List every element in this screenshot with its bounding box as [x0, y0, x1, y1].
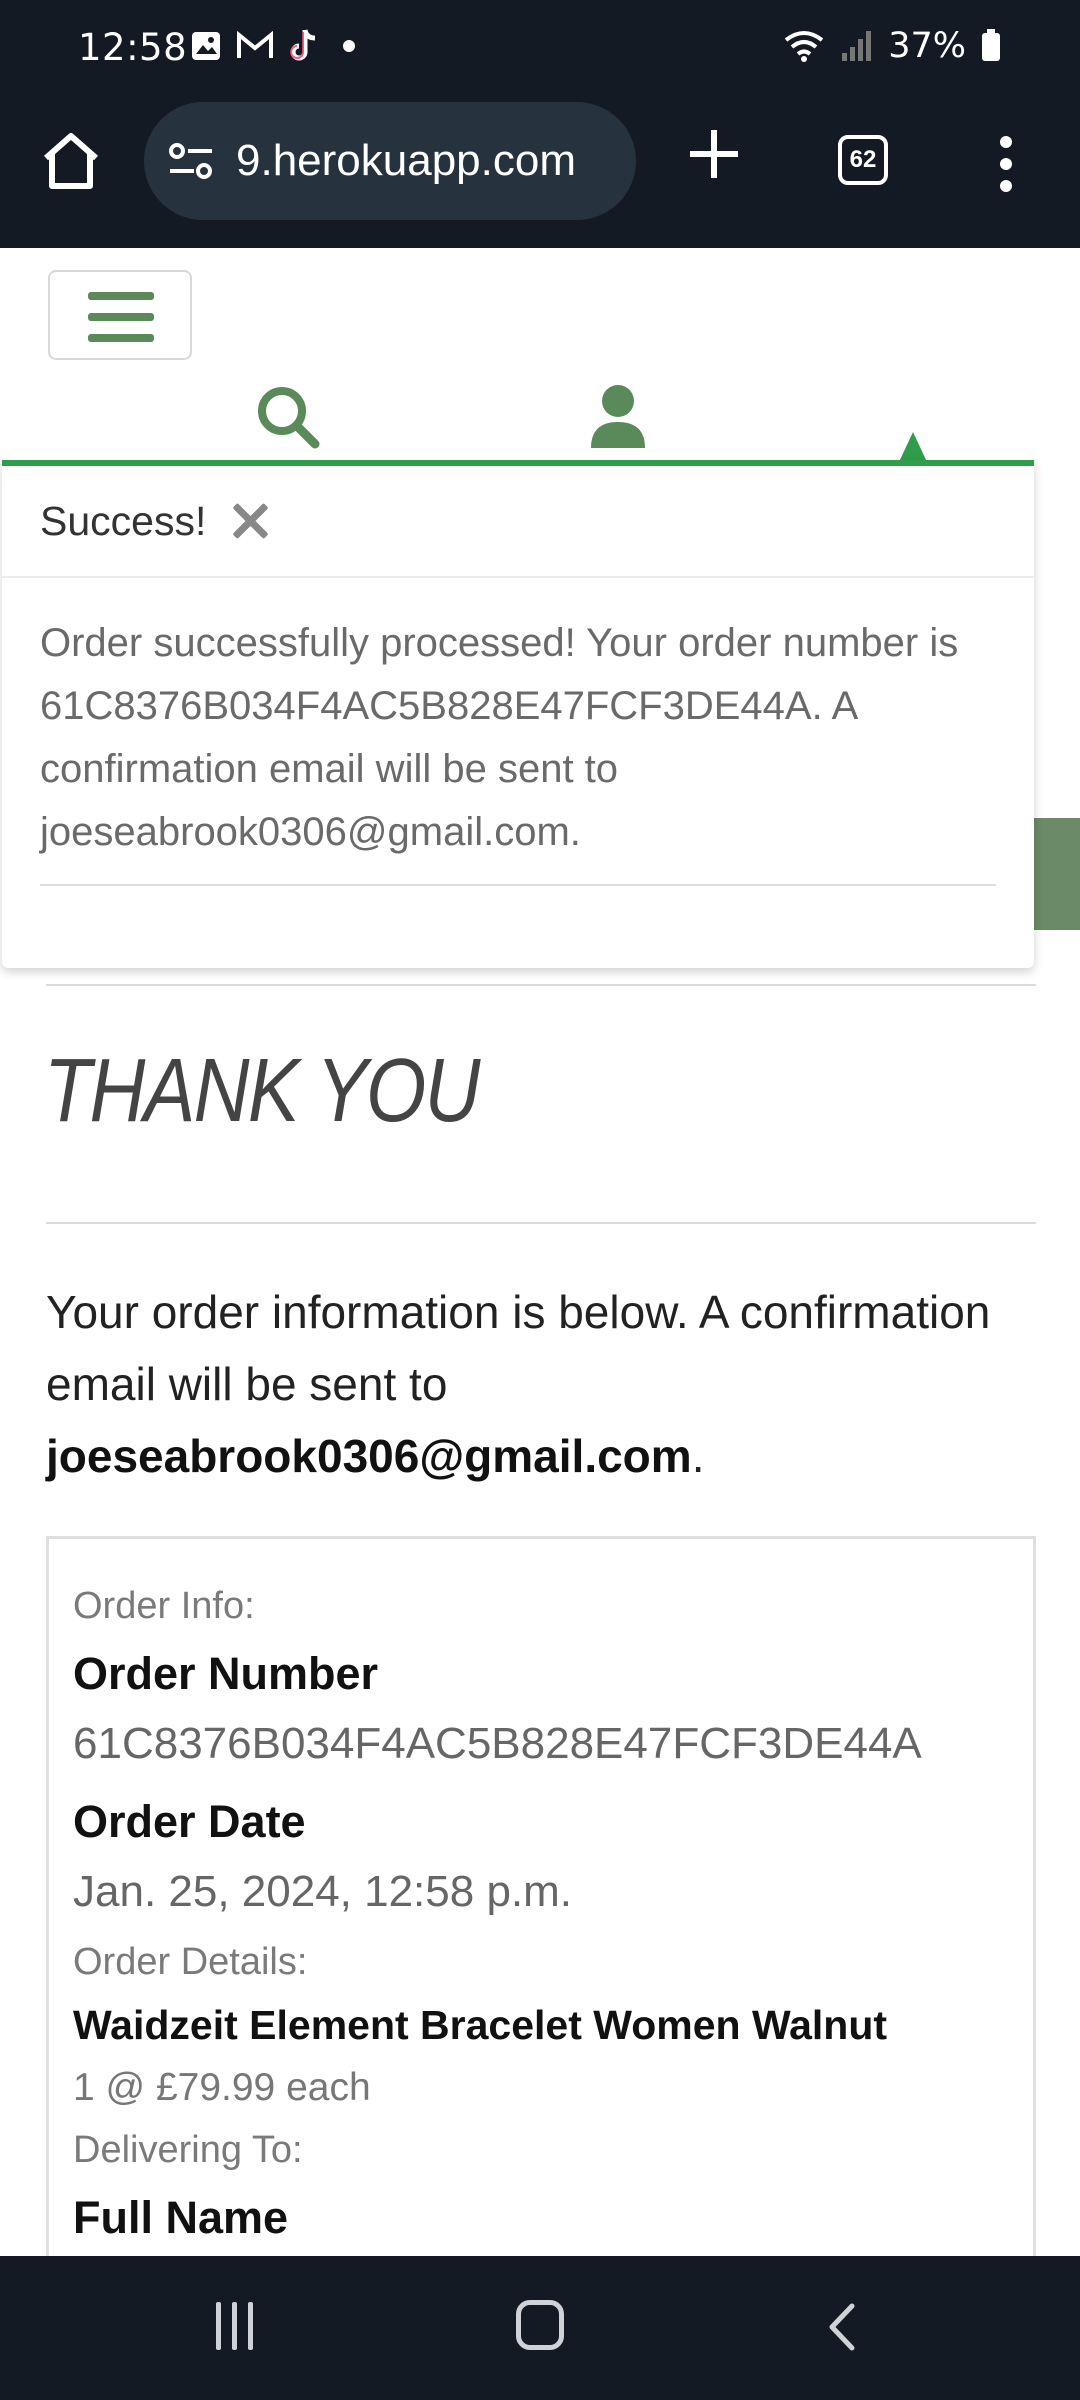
order-item-name: Waidzeit Element Bracelet Women Walnut [73, 2002, 888, 2048]
order-number-value: 61C8376B034F4AC5B828E47FCF3DE44A [73, 1719, 922, 1768]
tab-switcher-button[interactable]: 62 [838, 135, 888, 185]
gmail-icon [237, 31, 273, 58]
order-date-value: Jan. 25, 2024, 12:58 p.m. [73, 1867, 573, 1916]
status-time: 12:58 [78, 26, 188, 69]
intro-period: . [691, 1430, 705, 1482]
signal-icon [842, 31, 872, 61]
full-name-label: Full Name [73, 2192, 289, 2243]
toast-header: Success! [2, 466, 1034, 578]
toast-arrow [899, 432, 927, 462]
order-date-label: Order Date [73, 1796, 306, 1847]
home-icon[interactable] [38, 128, 104, 194]
new-tab-icon[interactable] [688, 128, 740, 180]
close-icon[interactable] [232, 503, 268, 539]
order-item-quantity: 1 @ £79.99 each [73, 2066, 371, 2109]
more-menu-icon[interactable] [996, 134, 1016, 194]
recent-apps-button[interactable] [212, 2302, 258, 2350]
system-navigation-bar [0, 2256, 1080, 2400]
battery-percent: 37% [888, 26, 966, 66]
tiktok-icon [290, 29, 316, 61]
status-right: 37% [782, 26, 1002, 66]
status-bar: 12:58 37% [0, 0, 1080, 98]
intro-text: Your order information is below. A confi… [46, 1276, 1046, 1492]
home-button[interactable] [516, 2300, 564, 2350]
account-icon[interactable] [588, 384, 648, 450]
hamburger-menu-button[interactable] [48, 270, 192, 360]
page-title: THANK YOU [44, 1041, 480, 1141]
recent-bar [248, 2302, 253, 2350]
intro-sentence: Your order information is below. A confi… [46, 1286, 991, 1410]
recent-bar [232, 2302, 237, 2350]
intro-email: joeseabrook0306@gmail.com [46, 1430, 692, 1482]
divider [46, 984, 1036, 986]
url-bar[interactable]: 9.herokuapp.com [144, 102, 636, 220]
order-number-label: Order Number [73, 1648, 379, 1699]
url-text: 9.herokuapp.com [236, 136, 576, 185]
toast-message: Order successfully processed! Your order… [40, 621, 959, 854]
search-icon[interactable] [255, 384, 321, 450]
wifi-icon [784, 31, 824, 62]
back-icon[interactable] [822, 2302, 862, 2352]
browser-toolbar: 9.herokuapp.com 62 [0, 98, 1080, 248]
banner-edge [1032, 818, 1080, 930]
divider [46, 1222, 1036, 1224]
order-info-label: Order Info: [73, 1585, 255, 1627]
success-toast: Success! Order successfully processed! Y… [2, 460, 1034, 968]
hamburger-line [88, 334, 154, 342]
dot-icon [343, 40, 355, 52]
hamburger-line [88, 292, 154, 300]
order-details-label: Order Details: [73, 1941, 308, 1983]
delivering-to-label: Delivering To: [73, 2129, 303, 2171]
toast-divider [40, 884, 996, 886]
battery-icon [982, 29, 1000, 61]
recent-bar [216, 2302, 221, 2350]
hamburger-line [88, 313, 154, 321]
toast-title: Success! [40, 497, 207, 544]
image-icon [192, 32, 220, 60]
site-settings-icon[interactable] [168, 141, 214, 181]
notification-icons [190, 28, 364, 64]
